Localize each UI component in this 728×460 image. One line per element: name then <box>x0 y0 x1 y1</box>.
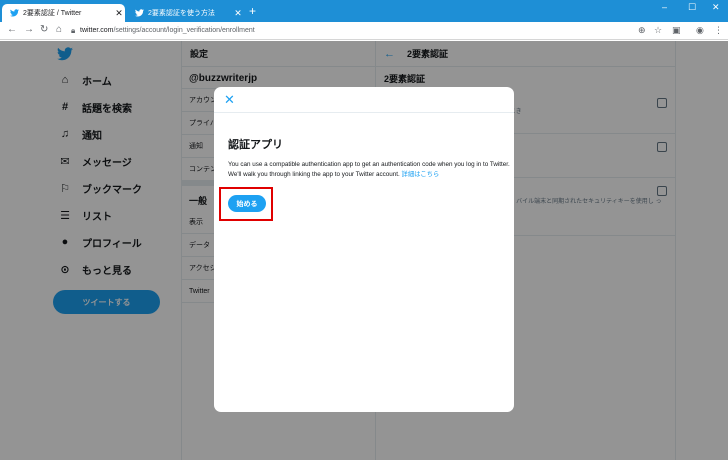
browser-tab-bar: 2要素認証 / Twitter ✕ 2要素認証を使う方法 ✕ + – ☐ ✕ <box>0 0 728 22</box>
translate-icon[interactable]: ⊕ <box>638 25 646 36</box>
new-tab-button[interactable]: + <box>249 4 256 18</box>
minimize-button[interactable]: – <box>662 2 667 12</box>
home-page-icon[interactable]: ⌂ <box>56 24 62 35</box>
close-tab-icon[interactable]: ✕ <box>232 8 244 19</box>
maximize-button[interactable]: ☐ <box>688 2 696 13</box>
start-button[interactable]: 始める <box>228 195 266 212</box>
reload-icon[interactable]: ↻ <box>40 24 48 35</box>
learn-more-link[interactable]: 詳細はこちら <box>402 171 440 178</box>
address-bar: ← → ↻ ⌂ 🔒︎ twitter.com/settings/account/… <box>0 22 728 40</box>
modal-description: You can use a compatible authentication … <box>228 160 510 179</box>
close-icon[interactable]: ✕ <box>224 92 235 108</box>
lock-icon[interactable]: 🔒︎ <box>71 26 75 36</box>
tab-title: 2要素認証 / Twitter <box>23 10 82 17</box>
profile-icon[interactable]: ◉ <box>696 25 704 36</box>
tab-two-factor[interactable]: 2要素認証 / Twitter ✕ <box>2 4 125 22</box>
description-text: You can use a compatible authentication … <box>228 161 510 178</box>
url-field[interactable]: twitter.com/settings/account/login_verif… <box>80 27 255 34</box>
twitter-bird-icon <box>10 9 19 17</box>
modal-title: 認証アプリ <box>228 139 283 151</box>
menu-icon[interactable]: ⋮ <box>714 25 723 36</box>
tab-how-to[interactable]: 2要素認証を使う方法 ✕ <box>127 4 244 22</box>
back-icon[interactable]: ← <box>7 24 17 35</box>
star-icon[interactable]: ☆ <box>654 25 662 36</box>
tab-title: 2要素認証を使う方法 <box>148 10 215 17</box>
forward-icon[interactable]: → <box>24 24 34 35</box>
auth-app-modal: ✕ 認証アプリ You can use a compatible authent… <box>214 87 514 412</box>
extension-icon[interactable]: ▣ <box>672 25 681 36</box>
twitter-bird-icon <box>135 9 144 17</box>
close-window-button[interactable]: ✕ <box>712 2 720 13</box>
close-tab-icon[interactable]: ✕ <box>113 8 125 19</box>
modal-header: ✕ <box>214 87 514 113</box>
highlight-box: 始める <box>219 187 273 221</box>
